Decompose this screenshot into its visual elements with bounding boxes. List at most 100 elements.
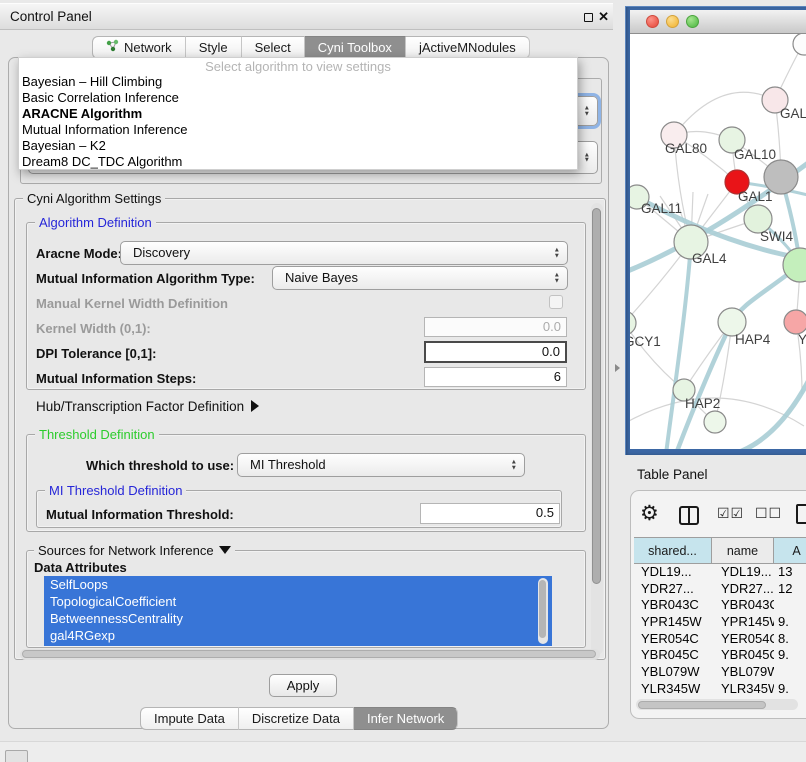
table-cell: 12 (774, 581, 806, 598)
mi-type-combobox[interactable]: Naive Bayes ▲▼ (272, 266, 568, 290)
dropdown-item-mutual-information-inference[interactable]: Mutual Information Inference (19, 122, 577, 138)
attribute-item-topologicalcoefficient[interactable]: TopologicalCoefficient (44, 593, 552, 610)
app-root: Control Panel ✕ NetworkStyleSelectCyni T… (0, 0, 806, 762)
algorithm-dropdown-list: Select algorithm to view settings Bayesi… (18, 57, 578, 170)
network-node[interactable] (793, 34, 806, 55)
dropdown-items: Bayesian – Hill ClimbingBasic Correlatio… (19, 74, 577, 169)
tab-cyni-toolbox[interactable]: Cyni Toolbox (305, 36, 406, 59)
hub-definition-expander[interactable]: Hub/Transcription Factor Definition (36, 399, 259, 414)
mac-zoom-icon[interactable] (686, 15, 699, 28)
table-row[interactable]: YBR043CYBR043C (634, 597, 806, 614)
network-node[interactable] (630, 311, 636, 335)
settings-vertical-scrollbar[interactable] (591, 203, 603, 655)
bottom-status-strip (0, 741, 806, 762)
combo-steppers-icon: ▲▼ (511, 460, 517, 471)
apply-button[interactable]: Apply (269, 674, 337, 697)
tab-impute-data[interactable]: Impute Data (140, 707, 239, 730)
tab-select[interactable]: Select (242, 36, 305, 59)
document-icon[interactable] (796, 504, 806, 524)
attribute-item-betweennesscentrality[interactable]: BetweennessCentrality (44, 610, 552, 627)
tab-label: Network (124, 37, 172, 59)
node-label-gal11: GAL11 (641, 201, 682, 216)
deselect-all-checkboxes-icon[interactable]: ☐☐ (755, 505, 782, 522)
settings-horizontal-scrollbar-thumb[interactable] (22, 650, 596, 658)
node-label-gal1: GAL1 (738, 189, 773, 204)
network-edge-highlighted (734, 374, 806, 449)
dropdown-item-bayesian-k2[interactable]: Bayesian – K2 (19, 138, 577, 154)
dpi-tolerance-field[interactable]: 0.0 (424, 341, 567, 363)
settings-vertical-scrollbar-thumb[interactable] (592, 208, 601, 584)
mi-threshold-label: Mutual Information Threshold: (46, 507, 234, 522)
attributes-scrollbar-thumb[interactable] (539, 580, 546, 638)
column-header-shared[interactable]: shared... (634, 538, 712, 563)
table-row[interactable]: YBL079WYBL079W (634, 664, 806, 681)
attribute-item-gal4rgexp[interactable]: gal4RGexp (44, 627, 552, 644)
kernel-width-field[interactable]: 0.0 (424, 317, 567, 337)
table-cell: 13 (774, 564, 806, 581)
tab-infer-network[interactable]: Infer Network (354, 707, 458, 730)
mi-threshold-field[interactable]: 0.5 (420, 503, 560, 524)
table-cell: 9. (774, 614, 806, 631)
settings-horizontal-scrollbar[interactable] (20, 649, 600, 660)
sources-legend: Sources for Network Inference (38, 543, 214, 558)
node-label-gal: GAL (780, 106, 806, 121)
sources-legend-expander[interactable]: Sources for Network Inference (34, 543, 235, 558)
column-header-a[interactable]: A (774, 538, 806, 563)
cyni-settings-legend: Cyni Algorithm Settings (23, 191, 165, 206)
dropdown-item-dream8-dc-tdc-algorithm[interactable]: Dream8 DC_TDC Algorithm (19, 154, 577, 170)
combo-steppers-icon: ▲▼ (584, 152, 590, 163)
columns-icon[interactable] (679, 506, 699, 525)
attributes-scrollbar[interactable] (538, 578, 548, 644)
mac-minimize-icon[interactable] (666, 15, 679, 28)
mac-close-icon[interactable] (646, 15, 659, 28)
dropdown-item-bayesian-hill-climbing[interactable]: Bayesian – Hill Climbing (19, 74, 577, 90)
combo-steppers-icon: ▲▼ (584, 106, 590, 117)
node-label-gal4: GAL4 (692, 251, 727, 266)
which-threshold-combobox[interactable]: MI Threshold ▲▼ (237, 453, 525, 477)
table-row[interactable]: YLR345WYLR345W9. (634, 681, 806, 698)
network-node[interactable] (784, 310, 806, 334)
table-row[interactable]: YDR27...YDR27...12 (634, 581, 806, 598)
table-cell: YBL079W (634, 664, 712, 681)
collapsed-panel-button[interactable] (5, 750, 28, 762)
network-node[interactable] (704, 411, 726, 433)
node-table: shared...nameA YDL19...YDL19...13YDR27..… (634, 537, 806, 710)
tab-discretize-data[interactable]: Discretize Data (239, 707, 354, 730)
data-attributes-list[interactable]: SelfLoopsTopologicalCoefficientBetweenne… (44, 576, 552, 646)
select-all-checkboxes-icon[interactable]: ☑☑ (717, 505, 744, 522)
table-row[interactable]: YPR145WYPR145W9. (634, 614, 806, 631)
manual-kernel-checkbox[interactable] (549, 295, 563, 309)
tab-label: Select (255, 37, 291, 59)
algorithm-definition-legend: Algorithm Definition (35, 215, 156, 230)
tab-network[interactable]: Network (92, 36, 186, 59)
table-header-row: shared...nameA (634, 537, 806, 564)
column-header-name[interactable]: name (712, 538, 774, 563)
close-icon[interactable]: ✕ (598, 8, 609, 26)
node-label-gal80: GAL80 (665, 141, 707, 156)
float-window-icon[interactable] (584, 13, 593, 22)
table-row[interactable]: YDL19...YDL19...13 (634, 564, 806, 581)
dropdown-item-aracne-algorithm[interactable]: ARACNE Algorithm (19, 106, 577, 122)
table-horizontal-scrollbar[interactable] (636, 699, 798, 710)
dropdown-placeholder: Select algorithm to view settings (19, 59, 577, 74)
mi-steps-field[interactable]: 6 (424, 367, 567, 387)
network-canvas[interactable]: GALGAL80GAL10GAL1GAL11SWI4GAL4GCY1HAP4YH… (630, 34, 806, 449)
gear-icon[interactable]: ⚙ (640, 501, 659, 526)
dpi-tolerance-label: DPI Tolerance [0,1]: (36, 346, 156, 361)
aracne-mode-combobox[interactable]: Discovery ▲▼ (120, 241, 568, 265)
threshold-definition-legend: Threshold Definition (35, 427, 159, 442)
table-toolbar: ⚙ ☑☑ ☐☐ (631, 499, 806, 533)
table-horizontal-scrollbar-thumb[interactable] (638, 701, 766, 709)
table-cell: YBR043C (634, 597, 712, 614)
dropdown-item-basic-correlation-inference[interactable]: Basic Correlation Inference (19, 90, 577, 106)
tab-jactivemnodules[interactable]: jActiveMNodules (406, 36, 530, 59)
table-row[interactable]: YER054CYER054C8. (634, 631, 806, 648)
table-cell: YPR145W (634, 614, 712, 631)
tab-style[interactable]: Style (186, 36, 242, 59)
data-attributes-label: Data Attributes (34, 560, 127, 575)
table-row[interactable]: YBR045CYBR045C9. (634, 647, 806, 664)
split-divider-handle[interactable] (615, 364, 620, 372)
attribute-item-selfloops[interactable]: SelfLoops (44, 576, 552, 593)
table-cell: YPR145W (712, 614, 774, 631)
network-window-titlebar (630, 10, 806, 34)
